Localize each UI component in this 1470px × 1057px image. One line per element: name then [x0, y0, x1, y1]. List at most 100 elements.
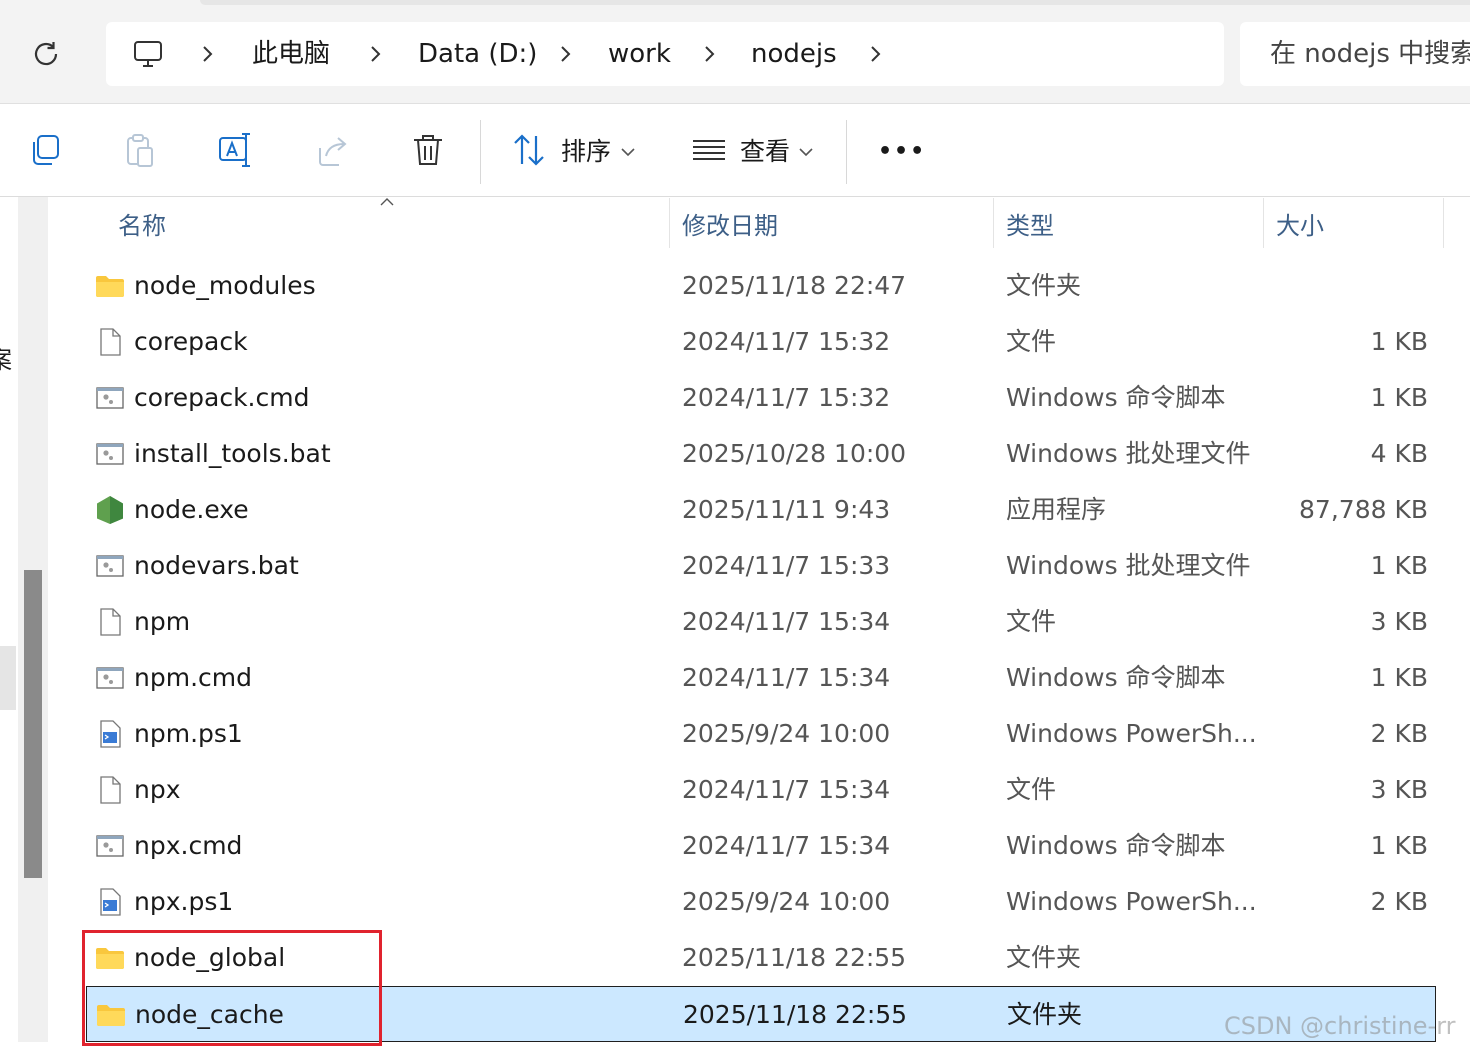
file-name: npx.cmd [134, 831, 243, 860]
file-name: npx.ps1 [134, 887, 234, 916]
column-header-type[interactable]: 类型 [1006, 198, 1054, 253]
column-divider[interactable] [1443, 198, 1444, 248]
column-header-row: 名称 修改日期 类型 大小 [50, 198, 1470, 253]
file-row[interactable]: node.exe 2025/11/11 9:43 应用程序 87,788 KB [86, 482, 1436, 538]
file-type: 文件 [1006, 775, 1057, 804]
column-divider[interactable] [669, 198, 670, 248]
share-icon[interactable] [312, 130, 352, 170]
file-modified-date: 2024/11/7 15:34 [682, 775, 891, 804]
file-row[interactable]: npx.cmd 2024/11/7 15:34 Windows 命令脚本 1 KB [86, 818, 1436, 874]
file-size: 1 KB [1370, 831, 1428, 860]
column-header-date[interactable]: 修改日期 [682, 198, 778, 253]
file-name: install_tools.bat [134, 439, 331, 468]
file-type: 文件 [1006, 327, 1057, 356]
rename-icon[interactable] [216, 130, 256, 170]
computer-icon[interactable] [132, 38, 164, 70]
sort-arrows-icon[interactable] [510, 130, 550, 170]
file-row[interactable]: npx.ps1 2025/9/24 10:00 Windows PowerSh...… [86, 874, 1436, 930]
file-row[interactable]: corepack 2024/11/7 15:32 文件 1 KB [86, 314, 1436, 370]
script-file-icon [96, 387, 124, 409]
script-file-icon [96, 667, 124, 689]
file-row[interactable]: install_tools.bat 2025/10/28 10:00 Windows… [86, 426, 1436, 482]
sort-button[interactable]: 排序 [561, 104, 611, 196]
view-button[interactable]: 查看 [740, 104, 790, 196]
nav-item-highlight[interactable] [0, 646, 16, 710]
copy-icon[interactable] [26, 130, 66, 170]
file-icon [100, 776, 121, 804]
file-icon [100, 328, 121, 356]
file-icon [100, 608, 121, 636]
file-type: Windows PowerSh... [1006, 887, 1257, 916]
watermark: CSDN @christine-rr [1224, 1012, 1456, 1040]
column-header-size[interactable]: 大小 [1276, 198, 1324, 253]
nodejs-hexagon-icon [97, 496, 123, 524]
chevron-right-icon[interactable] [198, 44, 218, 64]
script-file-icon [96, 555, 124, 577]
file-modified-date: 2025/9/24 10:00 [682, 719, 891, 748]
file-type: Windows 批处理文件 [1006, 439, 1251, 468]
more-options-button[interactable]: ••• [878, 104, 926, 196]
file-type: Windows 命令脚本 [1006, 663, 1226, 692]
file-modified-date: 2025/11/18 22:55 [683, 1000, 908, 1029]
file-name: corepack [134, 327, 248, 356]
breadcrumb-data-drive[interactable]: Data (D:) [418, 22, 537, 86]
nav-item-label-partial: 案 [0, 340, 12, 375]
file-row[interactable]: npm 2024/11/7 15:34 文件 3 KB [86, 594, 1436, 650]
chevron-right-icon[interactable] [556, 44, 576, 64]
file-size: 4 KB [1370, 439, 1428, 468]
column-divider[interactable] [993, 198, 994, 248]
file-size: 1 KB [1370, 383, 1428, 412]
file-modified-date: 2024/11/7 15:32 [682, 383, 891, 412]
column-header-name[interactable]: 名称 [118, 198, 166, 253]
script-file-icon [96, 443, 124, 465]
chevron-right-icon[interactable] [866, 44, 886, 64]
file-row[interactable]: npm.cmd 2024/11/7 15:34 Windows 命令脚本 1 KB [86, 650, 1436, 706]
file-modified-date: 2024/11/7 15:34 [682, 663, 891, 692]
column-divider[interactable] [1263, 198, 1264, 248]
breadcrumb-nodejs[interactable]: nodejs [751, 22, 837, 86]
powershell-file-icon [100, 720, 121, 748]
toolbar-divider [480, 120, 481, 184]
file-type: 应用程序 [1006, 495, 1107, 524]
annotation-highlight-box [82, 930, 382, 1046]
breadcrumb-this-pc[interactable]: 此电脑 [252, 22, 330, 86]
file-name: nodevars.bat [134, 551, 299, 580]
breadcrumb-work[interactable]: work [608, 22, 671, 86]
chevron-down-icon[interactable] [798, 146, 814, 158]
file-row[interactable]: nodevars.bat 2024/11/7 15:33 Windows 批处理文件… [86, 538, 1436, 594]
chevron-right-icon[interactable] [366, 44, 386, 64]
file-size: 3 KB [1370, 775, 1428, 804]
file-row[interactable]: node_modules 2025/11/18 22:47 文件夹 [86, 258, 1436, 314]
chevron-down-icon[interactable] [620, 146, 636, 158]
file-row[interactable]: corepack.cmd 2024/11/7 15:32 Windows 命令脚本 1… [86, 370, 1436, 426]
file-name: npm.cmd [134, 663, 252, 692]
delete-icon[interactable] [408, 130, 448, 170]
file-row[interactable]: npx 2024/11/7 15:34 文件 3 KB [86, 762, 1436, 818]
file-type: Windows 命令脚本 [1006, 831, 1226, 860]
file-type: Windows 批处理文件 [1006, 551, 1251, 580]
tab-strip-edge [200, 0, 1470, 5]
file-size: 3 KB [1370, 607, 1428, 636]
file-modified-date: 2024/11/7 15:34 [682, 831, 891, 860]
script-file-icon [96, 835, 124, 857]
paste-icon[interactable] [120, 130, 160, 170]
refresh-icon[interactable] [28, 36, 64, 72]
file-modified-date: 2024/11/7 15:33 [682, 551, 891, 580]
file-name: npx [134, 775, 181, 804]
file-type: 文件 [1006, 607, 1057, 636]
file-name: npm [134, 607, 191, 636]
file-row[interactable]: npm.ps1 2025/9/24 10:00 Windows PowerSh...… [86, 706, 1436, 762]
view-list-icon[interactable] [690, 130, 730, 170]
file-type: Windows 命令脚本 [1006, 383, 1226, 412]
file-size: 2 KB [1370, 719, 1428, 748]
file-modified-date: 2024/11/7 15:32 [682, 327, 891, 356]
chevron-right-icon[interactable] [700, 44, 720, 64]
file-name: node.exe [134, 495, 249, 524]
file-modified-date: 2025/9/24 10:00 [682, 887, 891, 916]
search-input[interactable]: 在 nodejs 中搜索 [1240, 22, 1470, 86]
breadcrumb[interactable]: 此电脑 Data (D:) work nodejs [106, 22, 1224, 86]
nav-scrollbar-thumb[interactable] [24, 570, 42, 878]
file-modified-date: 2024/11/7 15:34 [682, 607, 891, 636]
file-type: 文件夹 [1006, 271, 1082, 300]
powershell-file-icon [100, 888, 121, 916]
